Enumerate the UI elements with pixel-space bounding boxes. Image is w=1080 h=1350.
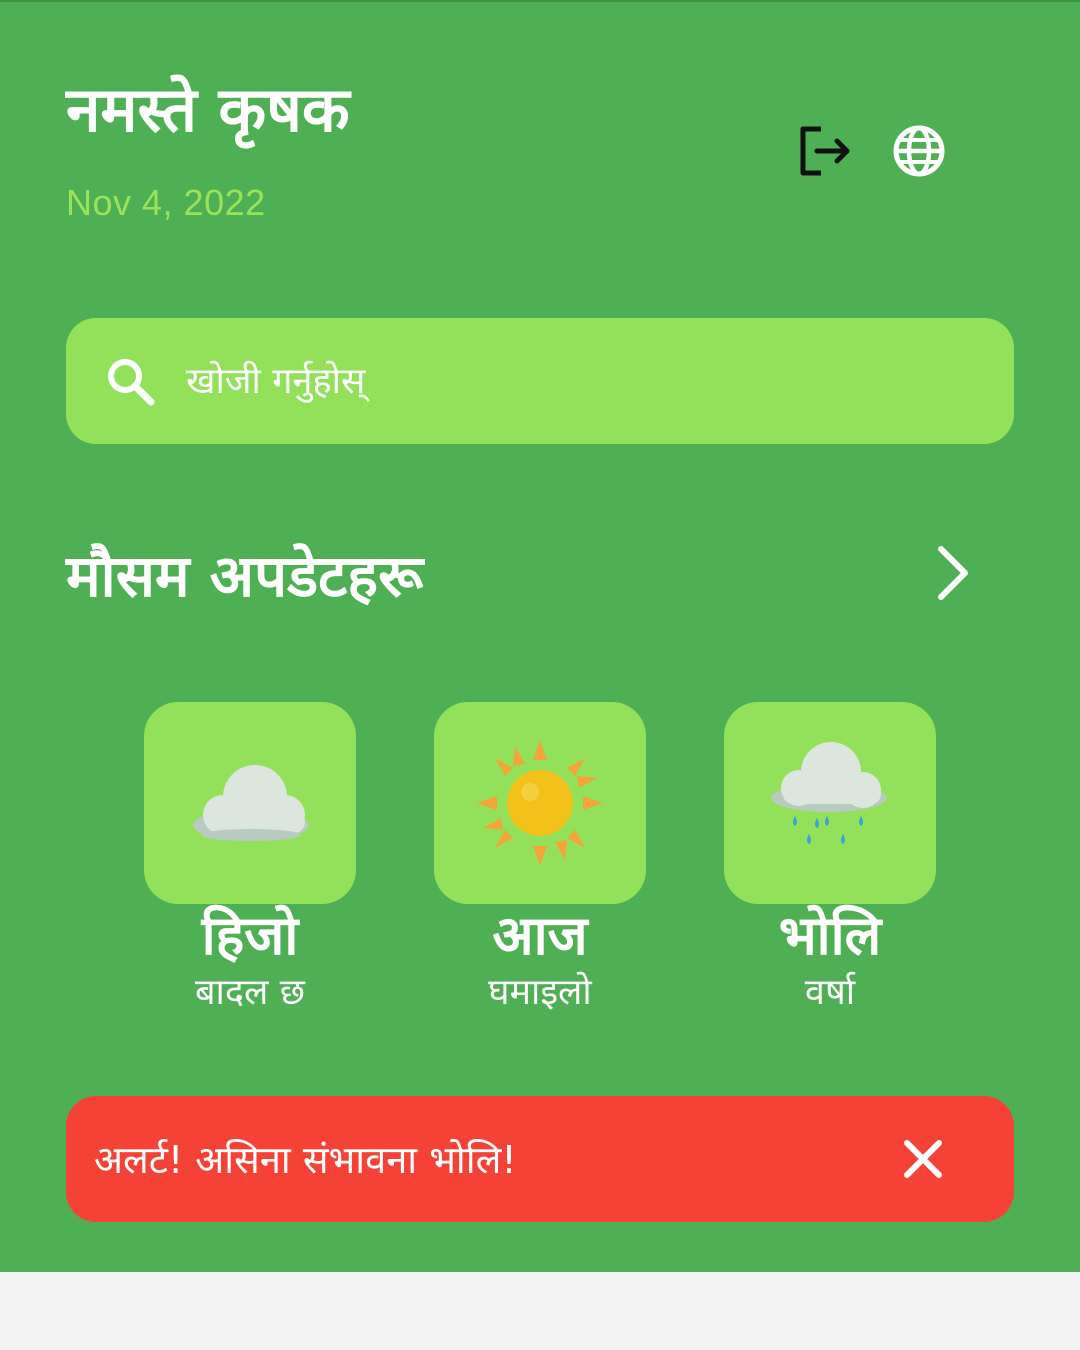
weather-condition: वर्षा <box>804 972 856 1014</box>
greeting-title: नमस्ते कृषक <box>66 73 350 146</box>
search-bar[interactable] <box>66 318 1014 444</box>
hail-alert-banner: अलर्ट! असिना संभावना भोलि! <box>66 1096 1014 1222</box>
cloud-icon <box>193 765 309 841</box>
logout-icon <box>800 126 850 176</box>
search-icon <box>102 353 158 409</box>
language-button[interactable] <box>888 120 950 182</box>
weather-condition: बादल छ <box>194 972 306 1014</box>
weather-card-yesterday[interactable]: हिजो बादल छ <box>144 702 356 1013</box>
search-input[interactable] <box>186 346 946 416</box>
current-date: Nov 4, 2022 <box>66 182 266 223</box>
weather-tile <box>434 702 646 904</box>
bottom-navigation-area <box>0 1272 1080 1350</box>
weather-day-label: आज <box>492 904 588 967</box>
rain-cloud-icon <box>771 742 887 844</box>
weather-card-tomorrow[interactable]: भोलि वर्षा <box>724 702 936 1013</box>
sun-icon <box>477 740 603 866</box>
weather-day-label: हिजो <box>201 904 299 967</box>
weather-day-label: भोलि <box>778 904 882 967</box>
alert-close-button[interactable] <box>892 1128 954 1190</box>
weather-condition: घमाइलो <box>488 972 592 1014</box>
weather-tile <box>144 702 356 904</box>
weather-section-title: मौसम अपडेटहरू <box>66 542 424 610</box>
close-icon <box>904 1140 942 1178</box>
weather-card-today[interactable]: आज घमाइलो <box>434 702 646 1013</box>
weather-tile <box>724 702 936 904</box>
chevron-right-icon <box>938 546 968 600</box>
weather-more-button[interactable] <box>920 542 982 604</box>
alert-message: अलर्ट! असिना संभावना भोलि! <box>94 1138 517 1182</box>
logout-button[interactable] <box>794 120 856 182</box>
globe-icon <box>893 125 945 177</box>
main-panel: नमस्ते कृषक Nov 4, 2022 मौसम अपडेटहरू <box>0 2 1080 1272</box>
